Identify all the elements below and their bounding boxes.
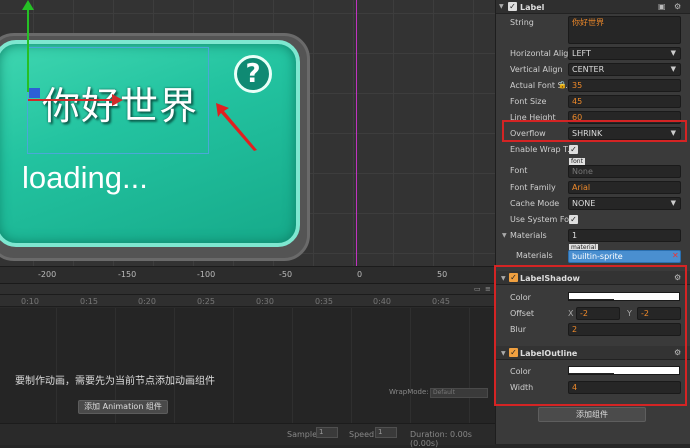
timeline-header: ▭ ≡ bbox=[0, 284, 495, 295]
scene-view[interactable]: ? 你好世界 loading... -200 -150 -100 -50 0 5… bbox=[0, 0, 495, 283]
ruler-label: 0 bbox=[357, 270, 363, 279]
speed-label: Speed: bbox=[349, 430, 377, 439]
font-label: Font bbox=[510, 166, 528, 175]
v-align-row: Vertical Align CENTER bbox=[496, 62, 690, 78]
add-component-button[interactable]: 添加组件 bbox=[538, 407, 646, 422]
ruler-label: -50 bbox=[279, 270, 293, 279]
materials-label: Materials bbox=[510, 231, 547, 240]
maximize-icon[interactable]: ▭ bbox=[474, 285, 481, 293]
cache-mode-select[interactable]: NONE bbox=[568, 197, 681, 210]
label-component-header[interactable]: ▼ ✓ Label ▣ ⚙ bbox=[496, 0, 690, 14]
wrapmode-label: WrapMode: bbox=[389, 388, 429, 396]
material-asset-field[interactable]: builtin-sprite bbox=[568, 250, 681, 263]
ruler-label: -200 bbox=[38, 270, 57, 279]
materials-row: ▼ Materials 1 bbox=[496, 228, 690, 244]
label-enabled-checkbox[interactable]: ✓ bbox=[508, 2, 517, 11]
inspector-panel: ▼ ✓ Label ▣ ⚙ String 你好世界 Horizontal Ali… bbox=[494, 0, 690, 444]
material-item-row: Materials material builtin-sprite ✕ bbox=[496, 244, 690, 264]
timeline-footer: Sample: 1 Speed: 1 Duration: 0.00s (0.00… bbox=[0, 423, 495, 448]
timeline-tick: 0:15 bbox=[80, 297, 98, 306]
shadow-outline-highlight-box bbox=[494, 265, 687, 406]
font-asset-field[interactable]: None bbox=[568, 165, 681, 178]
h-align-row: Horizontal Align LEFT bbox=[496, 46, 690, 62]
wrap-label: Enable Wrap T... bbox=[510, 145, 575, 154]
system-font-row: Use System Font ✓ bbox=[496, 212, 690, 228]
string-label: String bbox=[510, 18, 534, 27]
remove-icon[interactable]: ✕ bbox=[672, 251, 679, 260]
add-animation-button[interactable]: 添加 Animation 组件 bbox=[78, 400, 168, 414]
h-align-label: Horizontal Align bbox=[510, 49, 574, 58]
duration-text: Duration: 0.00s (0.00s) bbox=[410, 430, 472, 448]
wrap-checkbox[interactable]: ✓ bbox=[569, 145, 578, 154]
cache-mode-label: Cache Mode bbox=[510, 199, 560, 208]
timeline-tick: 0:35 bbox=[315, 297, 333, 306]
materials-item-label: Materials bbox=[516, 251, 553, 260]
timeline-tick: 0:45 bbox=[432, 297, 450, 306]
timeline-tick: 0:25 bbox=[197, 297, 215, 306]
loading-text: loading... bbox=[22, 160, 148, 195]
string-row: String 你好世界 bbox=[496, 15, 690, 45]
move-gizmo-x-axis[interactable] bbox=[28, 99, 114, 101]
system-font-checkbox[interactable]: ✓ bbox=[569, 215, 578, 224]
v-align-label: Vertical Align bbox=[510, 65, 563, 74]
string-textarea[interactable]: 你好世界 bbox=[568, 16, 681, 44]
font-family-label: Font Family bbox=[510, 183, 556, 192]
font-tag: font bbox=[569, 158, 585, 165]
h-align-select[interactable]: LEFT bbox=[568, 47, 681, 60]
timeline-tick: 0:10 bbox=[21, 297, 39, 306]
timeline-tick: 0:30 bbox=[256, 297, 274, 306]
ruler-label: 50 bbox=[437, 270, 448, 279]
system-font-label: Use System Font bbox=[510, 215, 578, 224]
sample-label: Sample: bbox=[287, 430, 320, 439]
animation-timeline-panel: ▭ ≡ 0:10 0:15 0:20 0:25 0:30 0:35 0:40 0… bbox=[0, 283, 495, 448]
wrap-row: Enable Wrap T... ✓ bbox=[496, 142, 690, 158]
no-animation-message: 要制作动画，需要先为当前节点添加动画组件 bbox=[15, 376, 215, 387]
actual-font-input[interactable]: 35 bbox=[568, 79, 681, 92]
materials-count-input[interactable]: 1 bbox=[568, 229, 681, 242]
wrapmode-select[interactable]: Default bbox=[430, 388, 488, 398]
horizontal-ruler: -200 -150 -100 -50 0 50 bbox=[0, 266, 495, 283]
move-gizmo-y-arrow[interactable] bbox=[22, 0, 34, 10]
expand-arrow-icon[interactable]: ▼ bbox=[502, 232, 507, 239]
timeline-tick: 0:20 bbox=[138, 297, 156, 306]
v-align-select[interactable]: CENTER bbox=[568, 63, 681, 76]
font-size-input[interactable]: 45 bbox=[568, 95, 681, 108]
font-size-label: Font Size bbox=[510, 97, 547, 106]
font-family-row: Font Family Arial bbox=[496, 180, 690, 196]
overflow-highlight-box bbox=[502, 120, 687, 142]
ruler-label: -100 bbox=[197, 270, 216, 279]
cache-mode-row: Cache Mode NONE bbox=[496, 196, 690, 212]
canvas-boundary-line bbox=[356, 0, 357, 266]
menu-icon[interactable]: ≡ bbox=[485, 285, 491, 293]
gear-icon[interactable]: ⚙ bbox=[674, 2, 681, 11]
lock-icon: 🔒 bbox=[558, 81, 567, 89]
font-size-row: Font Size 45 bbox=[496, 94, 690, 110]
move-gizmo-x-arrow[interactable] bbox=[112, 94, 123, 106]
annotation-arrow-icon bbox=[216, 103, 257, 151]
collapse-arrow-icon[interactable]: ▼ bbox=[499, 3, 504, 10]
component-title: Label bbox=[520, 3, 545, 12]
help-doc-icon[interactable]: ▣ bbox=[658, 2, 666, 11]
move-gizmo-y-axis[interactable] bbox=[27, 6, 29, 92]
move-gizmo-anchor[interactable] bbox=[29, 88, 40, 98]
font-family-input[interactable]: Arial bbox=[568, 181, 681, 194]
help-icon[interactable]: ? bbox=[234, 55, 272, 93]
timeline-ruler[interactable]: 0:10 0:15 0:20 0:25 0:30 0:35 0:40 0:45 bbox=[0, 295, 495, 307]
timeline-tick: 0:40 bbox=[373, 297, 391, 306]
actual-font-row: Actual Font S... 🔒 35 bbox=[496, 78, 690, 94]
font-row: Font font None bbox=[496, 158, 690, 180]
ruler-label: -150 bbox=[118, 270, 137, 279]
sample-input[interactable]: 1 bbox=[316, 427, 338, 438]
speed-input[interactable]: 1 bbox=[375, 427, 397, 438]
timeline-body[interactable]: 要制作动画，需要先为当前节点添加动画组件 WrapMode: Default 添… bbox=[0, 308, 495, 423]
